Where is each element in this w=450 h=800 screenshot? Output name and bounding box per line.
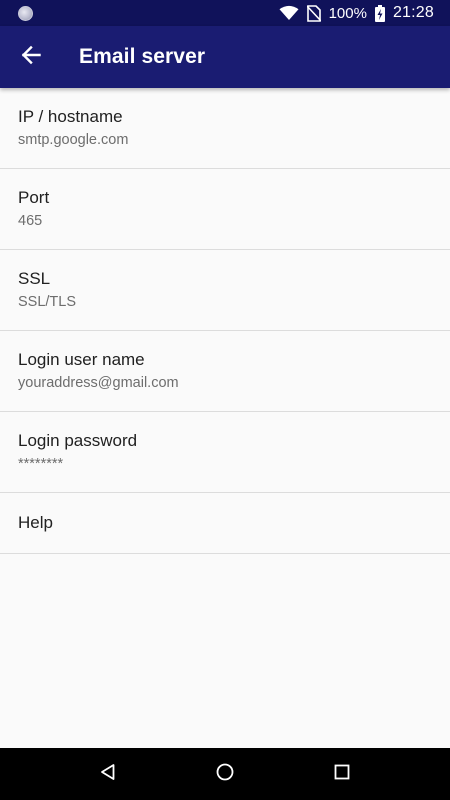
square-recents-icon: [334, 764, 350, 785]
setting-login-password[interactable]: Login password ********: [0, 412, 450, 493]
setting-summary: 465: [18, 213, 43, 229]
nav-home-button[interactable]: [200, 748, 250, 800]
wifi-icon: [279, 5, 299, 21]
setting-title: Login password: [18, 431, 138, 450]
battery-percent: 100%: [328, 4, 367, 22]
arrow-back-icon: [21, 45, 41, 70]
screen: 100% 21:28 Email server IP / hostname sm…: [0, 0, 450, 800]
nav-recents-button[interactable]: [317, 748, 367, 800]
setting-title: SSL: [18, 269, 51, 288]
setting-help[interactable]: Help: [0, 493, 450, 554]
back-button[interactable]: [0, 26, 62, 88]
setting-summary: SSL/TLS: [18, 294, 77, 310]
status-time: 21:28: [392, 4, 434, 21]
settings-list: IP / hostname smtp.google.com Port 465 S…: [0, 88, 450, 554]
status-bar: 100% 21:28: [0, 0, 450, 26]
triangle-back-icon: [99, 763, 117, 786]
setting-title: IP / hostname: [18, 107, 123, 126]
app-bar: Email server: [0, 26, 450, 88]
nav-bar: [0, 748, 450, 800]
setting-ssl[interactable]: SSL SSL/TLS: [0, 250, 450, 331]
circle-home-icon: [216, 763, 234, 786]
setting-title: Help: [18, 513, 53, 532]
setting-summary: ********: [18, 456, 64, 472]
nav-back-button[interactable]: [83, 748, 133, 800]
notification-icon: [18, 5, 33, 21]
status-right: 100% 21:28: [279, 4, 434, 22]
battery-charging-icon: [374, 4, 385, 22]
page-title: Email server: [79, 45, 206, 68]
status-left: [18, 5, 33, 21]
no-sim-icon: [306, 4, 321, 22]
setting-port[interactable]: Port 465: [0, 169, 450, 250]
setting-title: Port: [18, 188, 50, 207]
setting-ip-hostname[interactable]: IP / hostname smtp.google.com: [0, 88, 450, 169]
setting-summary: youraddress@gmail.com: [18, 375, 179, 391]
setting-summary: smtp.google.com: [18, 132, 129, 148]
setting-title: Login user name: [18, 350, 145, 369]
setting-login-user-name[interactable]: Login user name youraddress@gmail.com: [0, 331, 450, 412]
